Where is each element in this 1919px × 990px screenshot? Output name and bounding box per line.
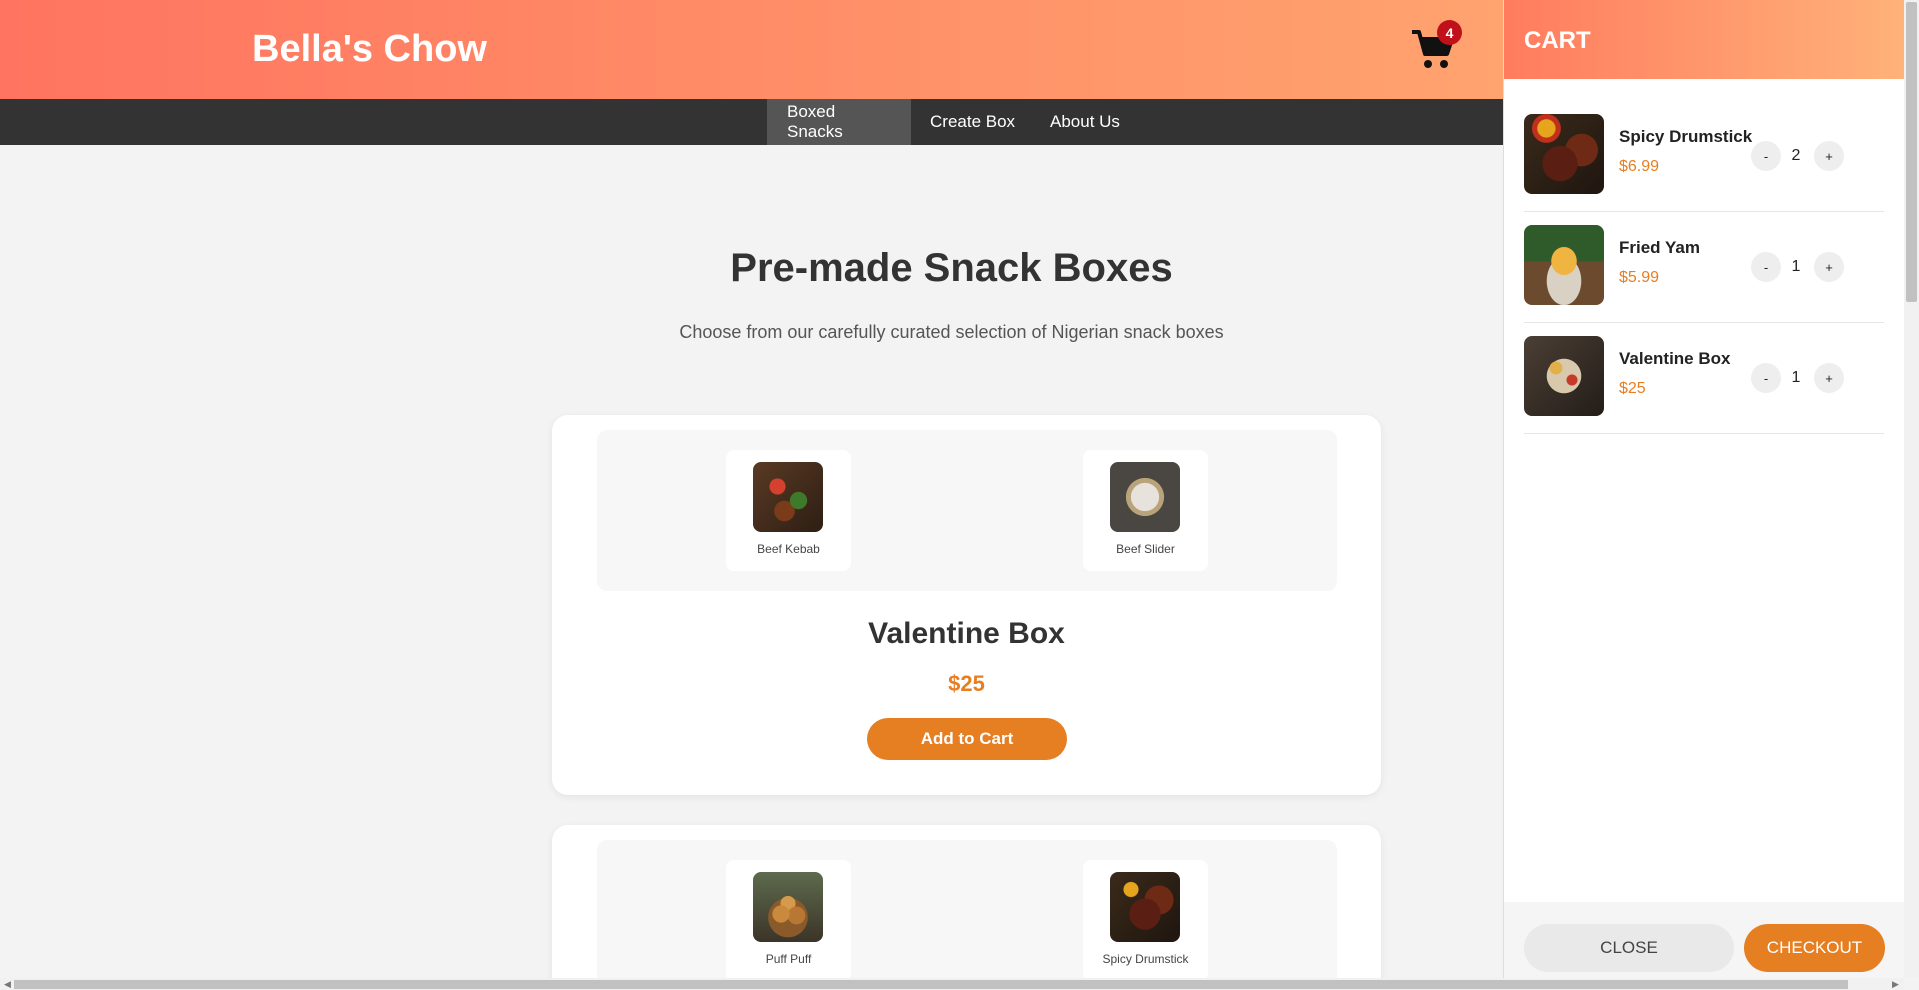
box-price: $25 <box>948 671 985 696</box>
cart-item: Fried Yam $5.99 - 1 + <box>1524 212 1884 323</box>
cart-item-name: Valentine Box <box>1619 349 1731 368</box>
cart-item: Valentine Box $25 - 1 + <box>1524 323 1884 434</box>
increase-qty-button[interactable]: + <box>1814 141 1844 171</box>
box-title: Valentine Box <box>868 617 1065 650</box>
cart-item-price: $25 <box>1619 380 1646 397</box>
scroll-left-arrow-icon[interactable]: ◀ <box>4 979 11 990</box>
horizontal-scrollbar[interactable]: ◀ ▶ <box>0 978 1904 990</box>
box-item: Beef Slider <box>1083 450 1208 571</box>
cart-count-badge: 4 <box>1437 20 1462 45</box>
nav-item-boxed-snacks[interactable]: Boxed Snacks <box>767 99 911 145</box>
increase-qty-button[interactable]: + <box>1814 252 1844 282</box>
decrease-qty-button[interactable]: - <box>1751 141 1781 171</box>
vertical-scrollbar[interactable] <box>1904 0 1919 978</box>
box-item: Beef Kebab <box>726 450 851 571</box>
snack-box-card: Beef Kebab Beef Slider Valentine Box $25… <box>552 415 1381 795</box>
scroll-right-arrow-icon[interactable]: ▶ <box>1892 979 1899 990</box>
decrease-qty-button[interactable]: - <box>1751 252 1781 282</box>
cart-footer: CLOSE CHECKOUT <box>1504 902 1905 978</box>
box-item: Spicy Drumstick <box>1083 860 1208 981</box>
box-item: Puff Puff <box>726 860 851 981</box>
decrease-qty-button[interactable]: - <box>1751 363 1781 393</box>
nav-item-create-box[interactable]: Create Box <box>910 99 1035 145</box>
valentine-box-image <box>1524 336 1604 416</box>
horizontal-scroll-thumb[interactable] <box>14 980 1848 989</box>
box-items-panel: Puff Puff Spicy Drumstick <box>597 840 1337 990</box>
beef-slider-image <box>1110 462 1180 532</box>
add-to-cart-button[interactable]: Add to Cart <box>867 718 1067 760</box>
cart-item-price: $5.99 <box>1619 269 1660 286</box>
box-item-name: Beef Kebab <box>757 542 820 556</box>
cart-title: CART <box>1524 27 1591 54</box>
snack-box-card: Puff Puff Spicy Drumstick <box>552 825 1381 990</box>
cart-item-qty: 1 <box>1791 258 1801 275</box>
beef-kebab-image <box>753 462 823 532</box>
cart-panel: CART Spicy Drumstick $6.99 - 2 + Fried Y… <box>1503 0 1905 978</box>
cart-item-qty: 1 <box>1791 369 1801 386</box>
spicy-drumstick-image <box>1110 872 1180 942</box>
spicy-drumstick-image <box>1524 114 1604 194</box>
box-item-name: Beef Slider <box>1116 542 1175 556</box>
checkout-button[interactable]: CHECKOUT <box>1744 924 1885 972</box>
box-items-panel: Beef Kebab Beef Slider <box>597 430 1337 591</box>
site-header: Bella's Chow 4 <box>0 0 1503 99</box>
cart-item-price: $6.99 <box>1619 158 1660 175</box>
close-cart-button[interactable]: CLOSE <box>1524 924 1734 972</box>
cart-item-qty: 2 <box>1791 147 1801 164</box>
puff-puff-image <box>753 872 823 942</box>
box-item-name: Puff Puff <box>765 952 812 966</box>
fried-yam-image <box>1524 225 1604 305</box>
main-nav: Boxed Snacks Create Box About Us <box>0 99 1503 145</box>
cart-item-name: Fried Yam <box>1619 238 1700 257</box>
increase-qty-button[interactable]: + <box>1814 363 1844 393</box>
cart-item-name: Spicy Drumstick <box>1619 127 1753 146</box>
site-brand[interactable]: Bella's Chow <box>252 28 487 71</box>
vertical-scroll-thumb[interactable] <box>1906 2 1917 302</box>
cart-header: CART <box>1504 0 1905 79</box>
nav-item-about-us[interactable]: About Us <box>1030 99 1140 145</box>
cart-item: Spicy Drumstick $6.99 - 2 + <box>1524 101 1884 212</box>
box-item-name: Spicy Drumstick <box>1102 952 1189 966</box>
